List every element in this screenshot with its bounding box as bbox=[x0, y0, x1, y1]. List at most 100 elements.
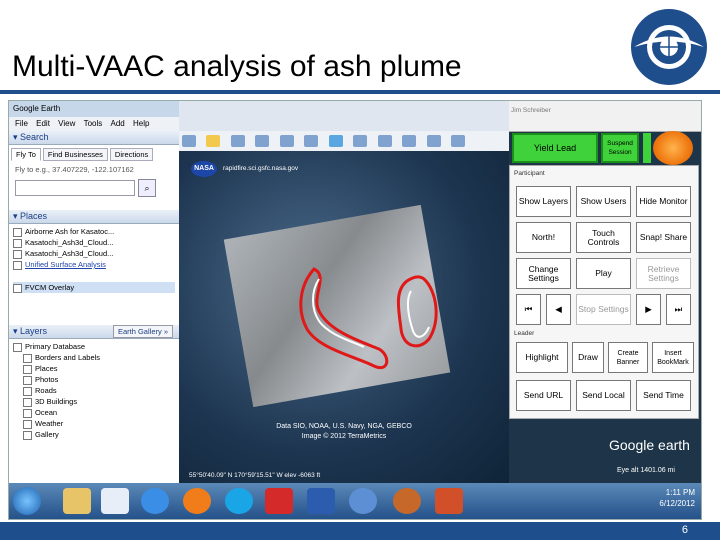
checkbox[interactable] bbox=[13, 283, 22, 293]
suspend-session-button[interactable]: Suspend Session bbox=[601, 133, 639, 163]
menu-file[interactable]: File bbox=[15, 119, 28, 128]
places-header-label: Places bbox=[20, 211, 48, 221]
layers-header-label: Layers bbox=[20, 326, 48, 336]
show-users-button[interactable]: Show Users bbox=[576, 186, 631, 217]
map-attribution: Data SIO, NOAA, U.S. Navy, NGA, GEBCO bbox=[276, 423, 412, 430]
show-layers-button[interactable]: Show Layers bbox=[516, 186, 571, 217]
insert-bookmark-button[interactable]: Insert BookMark bbox=[652, 342, 694, 373]
list-item[interactable]: Kasatochi_Ash3d_Cloud... bbox=[13, 248, 175, 259]
historical-imagery-icon[interactable] bbox=[328, 135, 343, 147]
checkbox[interactable] bbox=[13, 249, 22, 259]
checkbox[interactable] bbox=[13, 238, 22, 248]
acrobat-icon[interactable] bbox=[265, 488, 293, 514]
menu-edit[interactable]: Edit bbox=[36, 119, 50, 128]
layer-label: Places bbox=[35, 364, 58, 373]
list-item[interactable]: Weather bbox=[13, 418, 175, 429]
ruler-icon[interactable] bbox=[402, 135, 417, 147]
list-item[interactable]: Places bbox=[13, 363, 175, 374]
layer-label: Weather bbox=[35, 419, 64, 428]
touch-controls-button[interactable]: Touch Controls bbox=[576, 222, 631, 253]
snap-share-button[interactable]: Snap! Share bbox=[636, 222, 691, 253]
list-item[interactable]: Photos bbox=[13, 374, 175, 385]
internet-explorer-icon[interactable] bbox=[141, 488, 169, 514]
print-icon[interactable] bbox=[450, 135, 465, 147]
skype-icon[interactable] bbox=[225, 488, 253, 514]
list-item[interactable]: Gallery bbox=[13, 429, 175, 440]
highlight-button[interactable]: Highlight bbox=[516, 342, 568, 373]
step-forward-icon[interactable]: ▶ bbox=[636, 294, 661, 325]
checkbox[interactable] bbox=[23, 364, 32, 374]
checkbox[interactable] bbox=[23, 386, 32, 396]
step-back-icon[interactable]: ◀ bbox=[546, 294, 571, 325]
checkbox[interactable] bbox=[13, 342, 22, 352]
search-icon[interactable]: ⌕ bbox=[138, 179, 156, 197]
yield-lead-button[interactable]: Yield Lead bbox=[512, 133, 598, 163]
polygon-icon[interactable] bbox=[230, 135, 245, 147]
skip-back-icon[interactable]: ⏮ bbox=[516, 294, 541, 325]
send-time-button[interactable]: Send Time bbox=[636, 380, 691, 411]
overlay-icon[interactable] bbox=[279, 135, 294, 147]
list-item[interactable]: Borders and Labels bbox=[13, 352, 175, 363]
layers-panel-header[interactable]: ▾ Layers Earth Gallery » bbox=[9, 325, 179, 339]
eye-altitude: Eye alt 1401.06 mi bbox=[617, 467, 675, 474]
list-item[interactable]: Ocean bbox=[13, 407, 175, 418]
earth-gallery-button[interactable]: Earth Gallery » bbox=[112, 325, 173, 338]
list-item[interactable]: 3D Buildings bbox=[13, 396, 175, 407]
menu-add[interactable]: Add bbox=[111, 119, 125, 128]
checkbox[interactable] bbox=[23, 375, 32, 385]
checkbox[interactable] bbox=[13, 227, 22, 237]
tour-icon[interactable] bbox=[304, 135, 319, 147]
send-url-button[interactable]: Send URL bbox=[516, 380, 571, 411]
create-banner-button[interactable]: Create Banner bbox=[608, 342, 648, 373]
tab-fly-to[interactable]: Fly To bbox=[11, 148, 41, 161]
list-item[interactable]: Unified Surface Analysis bbox=[13, 259, 175, 270]
stop-settings-button[interactable]: Stop Settings bbox=[576, 294, 631, 325]
checkbox[interactable] bbox=[13, 260, 22, 270]
play-button[interactable]: Play bbox=[576, 258, 631, 289]
change-settings-button[interactable]: Change Settings bbox=[516, 258, 571, 289]
list-item[interactable]: Roads bbox=[13, 385, 175, 396]
list-item[interactable]: Airborne Ash for Kasatoc... bbox=[13, 226, 175, 237]
north-button[interactable]: North! bbox=[516, 222, 571, 253]
list-item[interactable]: Kasatochi_Ash3d_Cloud... bbox=[13, 237, 175, 248]
layer-label: Borders and Labels bbox=[35, 353, 101, 362]
skip-forward-icon[interactable]: ⏭ bbox=[666, 294, 691, 325]
google-earth-icon[interactable] bbox=[349, 488, 377, 514]
collab-app-icon[interactable] bbox=[393, 488, 421, 514]
layer-label: Primary Database bbox=[25, 342, 86, 351]
checkbox[interactable] bbox=[23, 419, 32, 429]
retrieve-settings-button[interactable]: Retrieve Settings bbox=[636, 258, 691, 289]
sun-icon[interactable] bbox=[353, 135, 368, 147]
email-icon[interactable] bbox=[426, 135, 441, 147]
menu-view[interactable]: View bbox=[58, 119, 75, 128]
placemark-icon[interactable] bbox=[206, 135, 221, 147]
checkbox[interactable] bbox=[23, 353, 32, 363]
hide-monitor-button[interactable]: Hide Monitor bbox=[636, 186, 691, 217]
checkbox[interactable] bbox=[23, 408, 32, 418]
earth-map-view[interactable]: NASA rapidfire.sci.gsfc.nasa.gov Data SI… bbox=[179, 151, 509, 483]
places-panel-header[interactable]: ▾ Places bbox=[9, 210, 179, 224]
draw-button[interactable]: Draw bbox=[572, 342, 604, 373]
menu-tools[interactable]: Tools bbox=[84, 119, 103, 128]
sidebar-toggle-icon[interactable] bbox=[182, 135, 196, 147]
checkbox[interactable] bbox=[23, 430, 32, 440]
powerpoint-icon[interactable] bbox=[435, 488, 463, 514]
search-panel-header[interactable]: ▾ Search bbox=[9, 131, 179, 145]
send-local-button[interactable]: Send Local bbox=[576, 380, 631, 411]
file-manager-icon[interactable] bbox=[101, 488, 129, 514]
list-item[interactable]: FVCM Overlay bbox=[13, 282, 175, 293]
system-clock[interactable]: 1:11 PM 6/12/2012 bbox=[659, 487, 695, 509]
list-item[interactable]: Primary Database bbox=[13, 341, 175, 352]
firefox-icon[interactable] bbox=[183, 488, 211, 514]
tab-directions[interactable]: Directions bbox=[109, 148, 154, 161]
start-button-icon[interactable] bbox=[13, 487, 41, 515]
explorer-icon[interactable] bbox=[63, 488, 91, 514]
checkbox[interactable] bbox=[23, 397, 32, 407]
menu-help[interactable]: Help bbox=[133, 119, 149, 128]
word-icon[interactable] bbox=[307, 488, 335, 514]
tab-find-businesses[interactable]: Find Businesses bbox=[42, 148, 108, 161]
flyto-input[interactable]: ⌕ bbox=[15, 179, 156, 197]
collab-header: Jim Schreiber bbox=[509, 101, 701, 132]
planet-icon[interactable] bbox=[377, 135, 392, 147]
path-icon[interactable] bbox=[255, 135, 270, 147]
